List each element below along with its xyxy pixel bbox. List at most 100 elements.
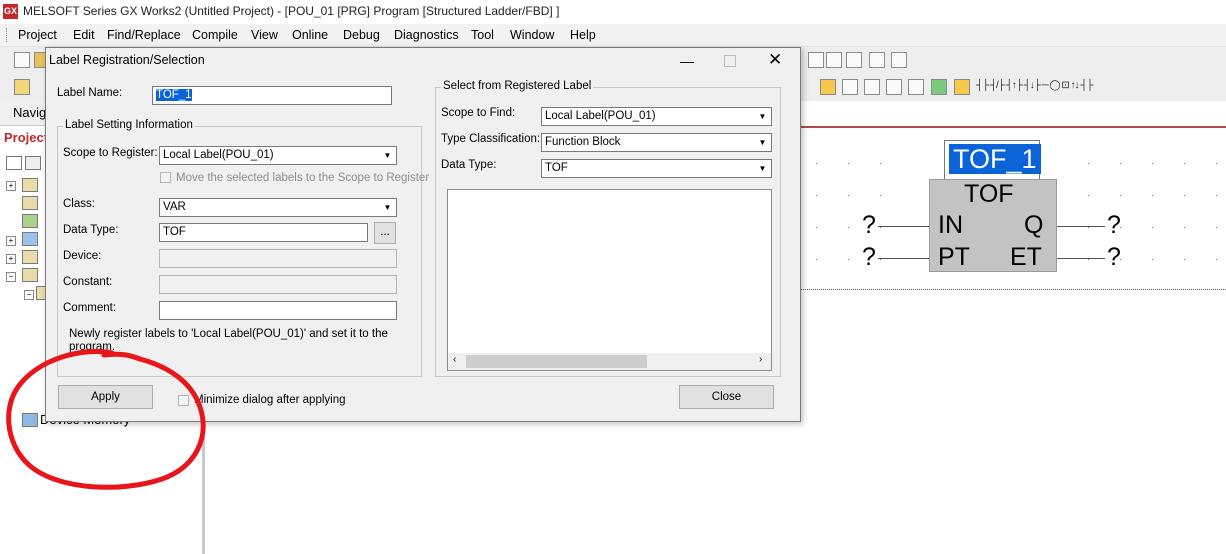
- registered-label-list[interactable]: [447, 189, 772, 371]
- grid-dot: [880, 195, 881, 196]
- grid-dot: [1152, 227, 1153, 228]
- tree-item-icon[interactable]: [22, 250, 38, 264]
- scope-register-select[interactable]: Local Label(POU_01) ▼: [159, 146, 397, 165]
- menu-tool[interactable]: Tool: [471, 28, 494, 42]
- coil-icon[interactable]: [864, 79, 880, 95]
- instruction-icon[interactable]: [886, 79, 902, 95]
- device-input: [159, 249, 397, 268]
- project-tab[interactable]: Project: [4, 130, 48, 145]
- grid-dot: [880, 259, 881, 260]
- grid-dot: [848, 195, 849, 196]
- label-icon[interactable]: [931, 79, 947, 95]
- fb-output-q: Q: [1024, 211, 1044, 239]
- tree-toolbar-icon-2[interactable]: [25, 156, 41, 170]
- grid-dot: [1184, 227, 1185, 228]
- fb-instance-name[interactable]: TOF_1: [949, 144, 1041, 174]
- tree-expand-icon[interactable]: +: [6, 254, 16, 264]
- maximize-icon: [724, 55, 736, 67]
- fb-input-pt: PT: [938, 243, 970, 271]
- minimize-icon[interactable]: —: [680, 53, 694, 69]
- menu-project[interactable]: Project: [18, 28, 57, 42]
- class-value: VAR: [163, 201, 186, 213]
- tree-item-icon[interactable]: [22, 232, 38, 246]
- wire-pt: [878, 258, 929, 259]
- chevron-down-icon[interactable]: ▼: [755, 161, 770, 176]
- toolbar-icon-e[interactable]: [891, 52, 907, 68]
- menu-debug[interactable]: Debug: [343, 28, 380, 42]
- unassigned-pt[interactable]: ?: [862, 243, 876, 272]
- data-type-input[interactable]: TOF: [159, 223, 368, 242]
- data-type-caption: Data Type:: [63, 224, 119, 236]
- scope-find-value: Local Label(POU_01): [545, 110, 656, 122]
- select-data-type-caption: Data Type:: [441, 159, 497, 171]
- unassigned-q[interactable]: ?: [1107, 211, 1121, 240]
- tree-toolbar-icon[interactable]: [6, 156, 22, 170]
- tree-expand-icon[interactable]: +: [6, 236, 16, 246]
- toolbar-icon-c[interactable]: [846, 52, 862, 68]
- tree-expand-icon[interactable]: +: [6, 181, 16, 191]
- grid-dot: [1088, 227, 1089, 228]
- function-block-icon[interactable]: [908, 79, 924, 95]
- minimize-after-apply-label: Minimize dialog after applying: [194, 394, 346, 406]
- menu-online[interactable]: Online: [292, 28, 328, 42]
- line-mode-icon[interactable]: [954, 79, 970, 95]
- tree-item-icon[interactable]: [22, 268, 38, 282]
- tree-collapse-icon[interactable]: −: [6, 272, 16, 282]
- grid-dot: [816, 227, 817, 228]
- ladder-symbols-icon[interactable]: ┤├ ┤/├ ┤↑├ ┤↓├ ─ ◯ ⊡ ↑↓ ┤├: [976, 80, 1094, 91]
- select-mode-icon[interactable]: [820, 79, 836, 95]
- menu-grip: [6, 28, 9, 42]
- scope-find-select[interactable]: Local Label(POU_01) ▼: [541, 107, 772, 126]
- editor-rung-bottom: [800, 289, 1226, 290]
- project-tree-icon[interactable]: [14, 79, 30, 95]
- constant-input: [159, 275, 397, 294]
- menu-window[interactable]: Window: [510, 28, 554, 42]
- move-labels-checkbox: [160, 172, 171, 183]
- grid-dot: [1184, 163, 1185, 164]
- type-class-select[interactable]: Function Block ▼: [541, 133, 772, 152]
- grid-dot: [848, 163, 849, 164]
- device-caption: Device:: [63, 250, 102, 262]
- chevron-down-icon[interactable]: ▼: [755, 109, 770, 124]
- select-data-type-select[interactable]: TOF ▼: [541, 159, 772, 178]
- class-select[interactable]: VAR ▼: [159, 198, 397, 217]
- scrollbar-thumb[interactable]: [466, 355, 647, 368]
- chevron-down-icon[interactable]: ▼: [380, 148, 395, 163]
- grid-dot: [1152, 195, 1153, 196]
- unassigned-in[interactable]: ?: [862, 211, 876, 240]
- data-type-value: TOF: [163, 226, 186, 238]
- wire-q: [1057, 226, 1105, 227]
- scroll-right-icon[interactable]: ›: [759, 354, 762, 365]
- tree-collapse-icon[interactable]: −: [24, 290, 34, 300]
- chevron-down-icon[interactable]: ▼: [755, 135, 770, 150]
- menu-diagnostics[interactable]: Diagnostics: [394, 28, 459, 42]
- toolbar-icon-a[interactable]: [808, 52, 824, 68]
- grid-dot: [1088, 163, 1089, 164]
- editor-rung-top: [800, 126, 1226, 128]
- fb-type-label: TOF: [964, 180, 1014, 208]
- toolbar-icon-b[interactable]: [826, 52, 842, 68]
- unassigned-et[interactable]: ?: [1107, 243, 1121, 272]
- menu-view[interactable]: View: [251, 28, 278, 42]
- menu-compile[interactable]: Compile: [192, 28, 238, 42]
- close-button[interactable]: Close: [679, 385, 774, 409]
- wire-et: [1057, 258, 1105, 259]
- data-type-browse-button[interactable]: ...: [374, 222, 396, 244]
- menu-find-replace[interactable]: Find/Replace: [107, 28, 181, 42]
- chevron-down-icon[interactable]: ▼: [380, 200, 395, 215]
- label-name-input[interactable]: TOF_1: [152, 86, 392, 105]
- close-icon[interactable]: ✕: [768, 50, 782, 70]
- menu-help[interactable]: Help: [570, 28, 596, 42]
- grid-dot: [1184, 259, 1185, 260]
- scroll-left-icon[interactable]: ‹: [453, 354, 456, 365]
- new-file-icon[interactable]: [14, 52, 30, 68]
- toolbar-icon-d[interactable]: [869, 52, 885, 68]
- comment-input[interactable]: [159, 301, 397, 320]
- grid-dot: [1216, 227, 1217, 228]
- window-title: MELSOFT Series GX Works2 (Untitled Proje…: [23, 4, 560, 18]
- tree-item-icon[interactable]: [22, 196, 38, 210]
- tree-item-icon[interactable]: [22, 214, 38, 228]
- contact-icon[interactable]: [842, 79, 858, 95]
- tree-item-icon[interactable]: [22, 178, 38, 192]
- menu-edit[interactable]: Edit: [73, 28, 95, 42]
